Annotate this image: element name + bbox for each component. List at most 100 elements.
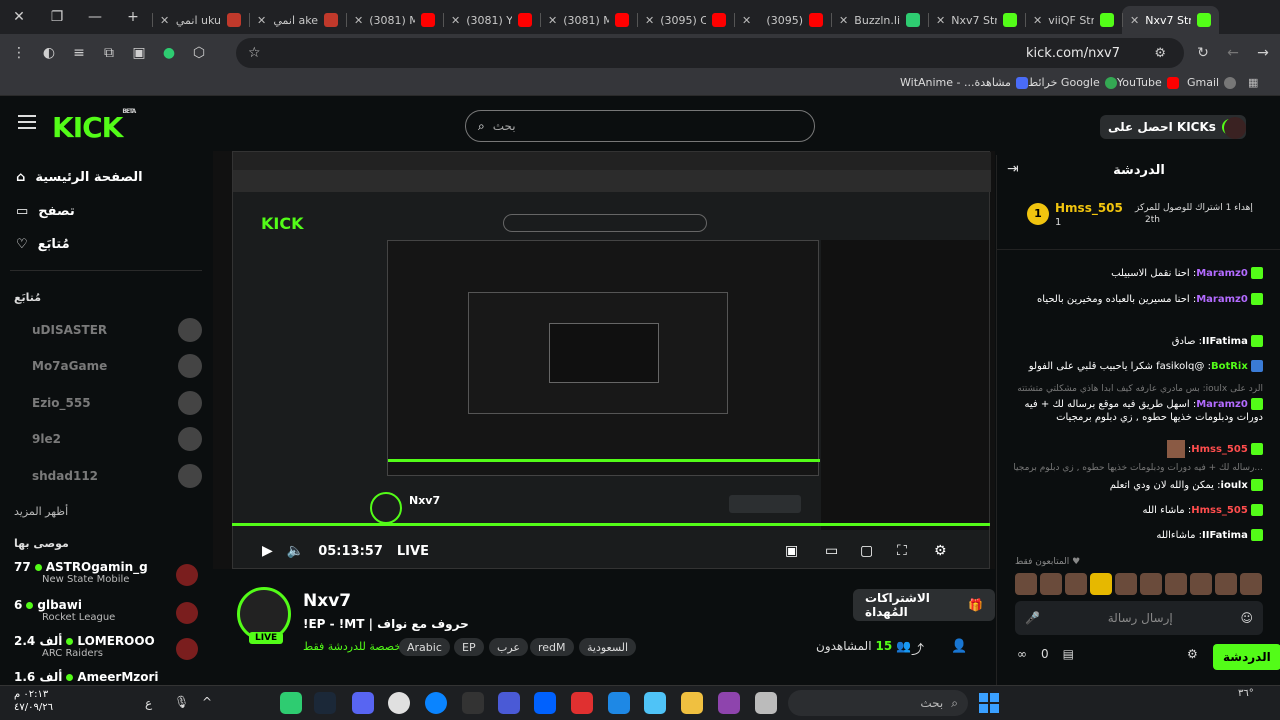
- following-channel[interactable]: Mo7aGame: [32, 352, 202, 380]
- all-bookmarks-icon[interactable]: ▦: [1248, 76, 1258, 89]
- gift-subs-button[interactable]: الاشتراكات المُهداة 🎁: [853, 589, 995, 621]
- browser-tab[interactable]: ✕ (3095): [734, 6, 831, 34]
- close-tab-icon[interactable]: ✕: [548, 14, 557, 27]
- kick-logo[interactable]: KICKBETA: [52, 108, 136, 144]
- fullscreen-icon[interactable]: ⛶: [897, 543, 907, 559]
- menu-icon[interactable]: ⋮: [4, 38, 34, 68]
- close-tab-icon[interactable]: ✕: [645, 14, 654, 27]
- settings-icon[interactable]: ⚙: [934, 543, 947, 559]
- emote-icon[interactable]: [1165, 573, 1187, 595]
- emote-icon[interactable]: [1240, 573, 1262, 595]
- system-clock[interactable]: ٠٢:١٣ م ٤٧/٠٩/٢٦: [14, 688, 53, 714]
- emote-icon[interactable]: [1065, 573, 1087, 595]
- close-tab-icon[interactable]: ✕: [354, 14, 363, 27]
- rewards-icon[interactable]: ▤: [1063, 647, 1074, 661]
- following-channel[interactable]: Ezio_555: [32, 389, 202, 417]
- back-icon[interactable]: →: [1248, 38, 1278, 68]
- bookmark-star-icon[interactable]: ☆: [248, 45, 261, 61]
- close-window-icon[interactable]: ✕: [0, 0, 38, 34]
- progress-bar[interactable]: [232, 523, 990, 526]
- clip-icon[interactable]: ▣: [785, 543, 798, 559]
- emote-icon[interactable]: [1215, 573, 1237, 595]
- collapse-chat-icon[interactable]: ⇥: [1007, 161, 1019, 177]
- close-tab-icon[interactable]: ✕: [742, 14, 751, 27]
- emote-icon[interactable]: [1140, 573, 1162, 595]
- epic-games-icon[interactable]: [462, 692, 484, 714]
- minimize-window-icon[interactable]: —: [76, 0, 114, 34]
- emote-icon[interactable]: [1190, 573, 1212, 595]
- chat-username[interactable]: Maramz0: [1196, 294, 1248, 305]
- stream-category[interactable]: مخصصة للدردشة فقط: [303, 640, 407, 653]
- nav-browse[interactable]: ▭ تصفح: [16, 199, 75, 223]
- browser-tab[interactable]: ✕ انمي ake: [249, 6, 346, 34]
- volume-icon[interactable]: 🔈: [287, 543, 304, 559]
- edge-icon[interactable]: [425, 692, 447, 714]
- mini-player-icon[interactable]: ▢: [860, 543, 873, 559]
- nav-following[interactable]: ♡ مُتابَع: [16, 232, 70, 256]
- chat-username[interactable]: Maramz0: [1196, 399, 1248, 410]
- app-icon[interactable]: [498, 692, 520, 714]
- app-icon[interactable]: [755, 692, 777, 714]
- following-channel[interactable]: shdad112: [32, 462, 202, 490]
- recommended-channel[interactable]: 2.4 ألف LOMEROOO ARC Raiders: [14, 634, 202, 660]
- nav-home[interactable]: ⌂ الصفحة الرئيسية: [16, 165, 143, 189]
- chat-username[interactable]: Maramz0: [1196, 268, 1248, 279]
- chat-username[interactable]: IIFatima: [1202, 530, 1248, 541]
- browser-tab[interactable]: ✕ (3081) Y: [443, 6, 540, 34]
- follow-icon[interactable]: 👤: [951, 639, 967, 654]
- taskbar-search[interactable]: بحث ⌕: [788, 690, 968, 716]
- close-tab-icon[interactable]: ✕: [1130, 14, 1139, 27]
- address-bar[interactable]: ☆ kick.com/nxv7 ⚙: [236, 38, 1184, 68]
- language-indicator[interactable]: ع: [145, 696, 152, 710]
- stream-tag[interactable]: عرب: [489, 638, 528, 656]
- recommended-channel[interactable]: 6 glbawi Rocket League: [14, 598, 202, 624]
- browser-tab[interactable]: ✕ (3081) M: [346, 6, 443, 34]
- emote-icon[interactable]: [1090, 573, 1112, 595]
- mic-tray-icon[interactable]: 🎙: [174, 695, 189, 709]
- chat-username[interactable]: BotRix: [1211, 361, 1248, 372]
- following-channel[interactable]: 9le2: [32, 425, 202, 453]
- bookmark-gmail[interactable]: Gmail: [1187, 76, 1237, 89]
- reading-list-icon[interactable]: ≡: [64, 38, 94, 68]
- store-icon[interactable]: [644, 692, 666, 714]
- chat-input[interactable]: ☺ إرسال رسالة 🎤: [1015, 601, 1263, 635]
- emote-icon[interactable]: [1015, 573, 1037, 595]
- chat-username[interactable]: Hmss_505: [1191, 444, 1248, 455]
- hamburger-menu-icon[interactable]: [18, 115, 36, 129]
- app-icon[interactable]: [571, 692, 593, 714]
- theater-icon[interactable]: ▭: [825, 543, 838, 559]
- browser-tab[interactable]: ✕ Nxv7 Str: [928, 6, 1025, 34]
- stream-tag[interactable]: Arabic: [399, 638, 450, 656]
- restore-window-icon[interactable]: ❐: [38, 0, 76, 34]
- stream-tag[interactable]: EP: [454, 638, 484, 656]
- bookmark-witanime[interactable]: WitAnime - ...مشاهدة: [900, 76, 1028, 89]
- weather-temp[interactable]: ٣٦°: [1238, 688, 1254, 699]
- show-more-link[interactable]: أظهر المزيد: [14, 505, 68, 518]
- emoji-icon[interactable]: ☺: [1240, 611, 1253, 625]
- stream-tag[interactable]: redM: [530, 638, 574, 656]
- shield-icon[interactable]: ⬡: [184, 38, 214, 68]
- chat-username[interactable]: ioulx: [1221, 480, 1248, 491]
- app-icon[interactable]: [280, 692, 302, 714]
- forward-icon[interactable]: ←: [1218, 38, 1248, 68]
- extension-icon[interactable]: ▣: [124, 38, 154, 68]
- emote-icon[interactable]: [1040, 573, 1062, 595]
- file-explorer-icon[interactable]: [681, 692, 703, 714]
- browser-tab[interactable]: ✕ Buzzln.li: [831, 6, 928, 34]
- share-icon[interactable]: ⤴: [911, 639, 924, 658]
- extension-icon[interactable]: ◐: [34, 38, 64, 68]
- browser-tab[interactable]: ✕ Nxv7 Str: [1122, 6, 1219, 34]
- emote-icon[interactable]: [1115, 573, 1137, 595]
- video-player[interactable]: KICK Nxv7 ▶ 🔈 05:13:57 LIVE ▣ ▭ ▢ ⛶ ⚙: [213, 151, 995, 569]
- chat-settings-icon[interactable]: ⚙: [1187, 647, 1198, 661]
- pinned-gift-leaderboard[interactable]: 1 Hmss_505 1 إهداء 1 اشتراك للوصول للمرك…: [1005, 197, 1275, 237]
- browser-tab[interactable]: ✕ (3095) C: [637, 6, 734, 34]
- stream-tag[interactable]: السعودية: [579, 638, 637, 656]
- play-icon[interactable]: ▶: [262, 543, 273, 559]
- recommended-channel[interactable]: 77 ASTROgamin_g New State Mobile: [14, 560, 202, 586]
- extension-icon[interactable]: ●: [154, 38, 184, 68]
- search-input[interactable]: ⌕ بحث: [465, 110, 815, 142]
- copilot-icon[interactable]: [718, 692, 740, 714]
- steam-icon[interactable]: [314, 692, 336, 714]
- close-tab-icon[interactable]: ✕: [1033, 14, 1042, 27]
